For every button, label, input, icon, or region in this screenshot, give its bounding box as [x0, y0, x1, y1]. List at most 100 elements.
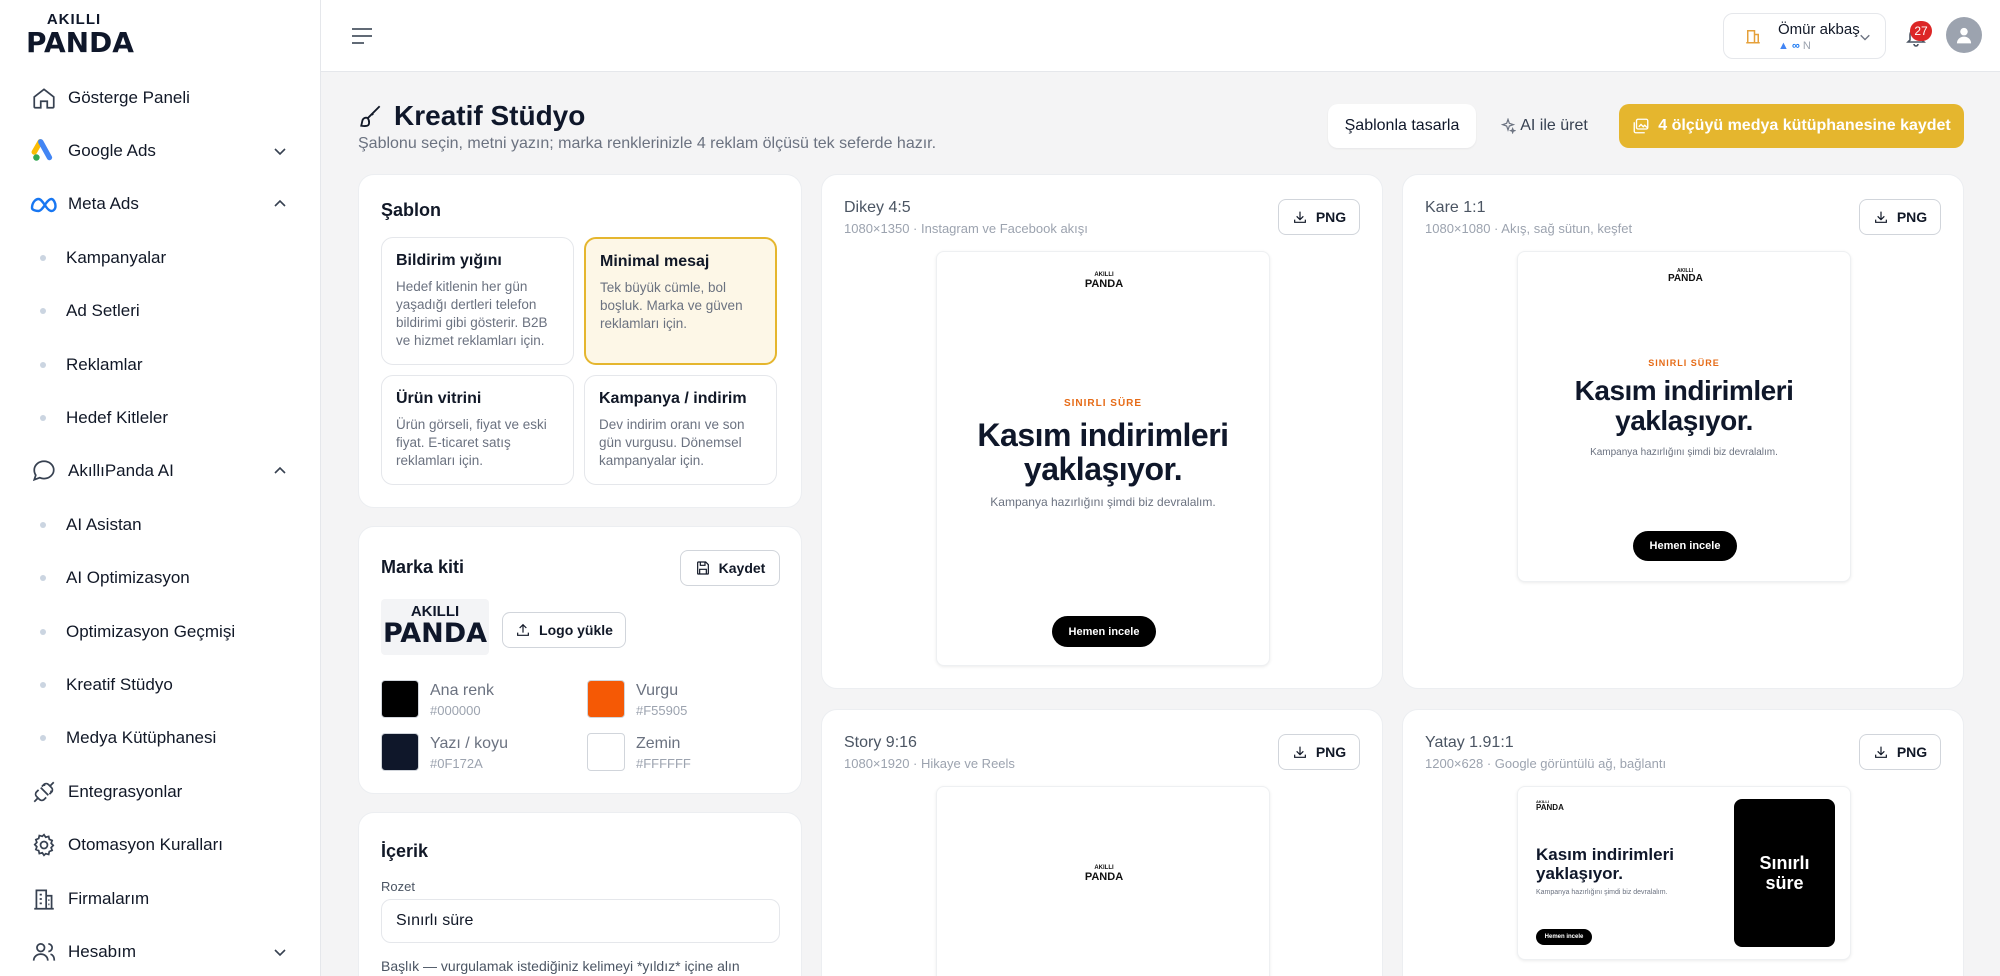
save-all-sizes-button[interactable]: 4 ölçüyü medya kütüphanesine kaydet [1619, 104, 1964, 148]
sidebar-item-ad-sets[interactable]: Ad Setleri [0, 285, 321, 338]
sidebar-item-label: Kampanyalar [66, 247, 167, 267]
brand-logo-preview: AKILLI PANDA [381, 599, 489, 655]
upload-logo-button[interactable]: Logo yükle [502, 612, 626, 648]
primary-color-swatch[interactable] [381, 680, 419, 718]
template-option-campaign-discount[interactable]: Kampanya / indirim Dev indirim oranı ve … [584, 375, 777, 485]
brand-kit-card: Marka kiti Kaydet AKILLI PANDA Logo yükl… [358, 526, 802, 794]
template-card: Şablon Bildirim yığını Hedef kitlenin he… [358, 174, 802, 508]
menu-icon[interactable] [351, 26, 373, 46]
chevron-down-icon [1860, 34, 1870, 41]
sidebar-item-dashboard[interactable]: Gösterge Paneli [0, 71, 321, 124]
sidebar-item-automation-rules[interactable]: Otomasyon Kuralları [0, 818, 321, 871]
sidebar-item-media-library[interactable]: Medya Kütüphanesi [0, 712, 321, 765]
sidebar-item-integrations[interactable]: Entegrasyonlar [0, 765, 321, 818]
template-option-minimal-message[interactable]: Minimal mesaj Tek büyük cümle, bol boşlu… [584, 237, 777, 365]
download-icon [1293, 211, 1306, 223]
preview-subtitle: 1080×1920 · Hikaye ve Reels [844, 756, 1015, 771]
headline-field-label: Başlık — vurgulamak istediğiniz kelimeyi… [381, 958, 740, 974]
accent-color-hex: #F55905 [636, 703, 688, 718]
ad-headline: Kasım indirimleri yaklaşıyor. [1574, 375, 1794, 436]
text-color-swatch[interactable] [381, 733, 419, 771]
account-platforms: ▲ ∞ N [1778, 40, 1811, 52]
primary-color-hex: #000000 [430, 703, 481, 718]
chevron-down-icon[interactable] [273, 144, 287, 158]
sidebar-item-account[interactable]: Hesabım [0, 925, 321, 976]
accent-color-swatch[interactable] [587, 680, 625, 718]
sidebar-item-label: Ad Setleri [66, 301, 140, 321]
design-with-template-button[interactable]: Şablonla tasarla [1328, 104, 1476, 148]
download-png-button[interactable]: PNG [1859, 734, 1941, 770]
download-png-button[interactable]: PNG [1859, 199, 1941, 235]
page-subtitle: Şablonu seçin, metni yazın; marka renkle… [358, 135, 937, 152]
sidebar-item-ai[interactable]: AkıllıPanda AI [0, 445, 321, 498]
building-icon [1746, 30, 1760, 44]
sidebar-item-companies[interactable]: Firmalarım [0, 872, 321, 925]
brush-icon [360, 105, 381, 127]
sidebar-item-label: Optimizasyon Geçmişi [66, 621, 236, 641]
save-brandkit-button[interactable]: Kaydet [680, 550, 780, 586]
brand-logo[interactable]: AKILLI PANDA [26, 12, 134, 59]
download-png-button[interactable]: PNG [1278, 734, 1360, 770]
template-option-product-showcase[interactable]: Ürün vitrini Ürün görseli, fiyat ve eski… [381, 375, 574, 485]
bullet-icon [40, 628, 46, 635]
ad-cta-button: Hemen incele [1633, 531, 1737, 561]
sidebar-item-label: Medya Kütüphanesi [66, 728, 217, 748]
sidebar-item-label: Otomasyon Kuralları [68, 835, 223, 855]
bullet-icon [40, 521, 46, 528]
preview-card-portrait: Dikey 4:5 1080×1350 · Instagram ve Faceb… [821, 174, 1383, 689]
content-card-title: İçerik [381, 841, 429, 861]
accent-color-name: Vurgu [636, 682, 679, 699]
page-title-text: Kreatif Stüdyo [394, 100, 586, 131]
meta-icon [30, 190, 58, 218]
preview-card-square: Kare 1:1 1080×1080 · Akış, sağ sütun, ke… [1402, 174, 1964, 689]
sidebar-item-creative-studio[interactable]: Kreatif Stüdyo [0, 658, 321, 711]
bullet-icon [40, 681, 46, 688]
background-color-hex: #FFFFFF [636, 756, 691, 771]
ad-logo: AKILLI PANDA [1668, 268, 1703, 284]
template-name: Bildirim yığını [396, 252, 502, 269]
preview-title: Kare 1:1 [1425, 199, 1486, 216]
template-desc: Dev indirim oranı ve son gün vurgusu. Dö… [599, 417, 745, 468]
bullet-icon [40, 735, 46, 742]
account-switcher[interactable]: Ömür akbaş ▲ ∞ N [1723, 13, 1886, 59]
sidebar-item-ads[interactable]: Reklamlar [0, 338, 321, 391]
chevron-up-icon[interactable] [273, 464, 287, 478]
sidebar: AKILLI PANDA Gösterge Paneli Google Ads … [0, 0, 321, 976]
template-option-notification-stack[interactable]: Bildirim yığını Hedef kitlenin her gün y… [381, 237, 574, 365]
sidebar-item-ai-optimization[interactable]: AI Optimizasyon [0, 552, 321, 605]
sparkle-icon [1500, 118, 1517, 134]
sidebar-item-meta-ads[interactable]: Meta Ads [0, 178, 321, 231]
logo-bottom-text: PANDA [382, 618, 488, 649]
sidebar-item-campaigns[interactable]: Kampanyalar [0, 231, 321, 284]
plug-icon [30, 778, 58, 806]
preview-title: Story 9:16 [844, 734, 917, 751]
generate-with-ai-button[interactable]: AI ile üret [1490, 104, 1598, 148]
sidebar-item-optimization-history[interactable]: Optimizasyon Geçmişi [0, 605, 321, 658]
template-name: Minimal mesaj [600, 253, 710, 270]
preview-card-landscape: Yatay 1.91:1 1200×628 · Google görüntülü… [1402, 709, 1964, 976]
preview-subtitle: 1200×628 · Google görüntülü ağ, bağlantı [1425, 756, 1667, 771]
sidebar-item-label: Gösterge Paneli [68, 87, 190, 107]
ad-cta-button: Hemen incele [1536, 929, 1592, 945]
save-icon [696, 561, 709, 575]
chevron-down-icon[interactable] [273, 945, 287, 959]
sidebar-item-audiences[interactable]: Hedef Kitleler [0, 391, 321, 444]
brand-kit-title: Marka kiti [381, 557, 465, 577]
background-color-swatch[interactable] [587, 733, 625, 771]
avatar[interactable] [1946, 17, 1982, 53]
users-icon [30, 938, 58, 966]
template-name: Ürün vitrini [396, 390, 482, 407]
sidebar-item-ai-assistant[interactable]: AI Asistan [0, 498, 321, 551]
template-name: Kampanya / indirim [599, 390, 747, 407]
chevron-up-icon[interactable] [273, 197, 287, 211]
sidebar-item-google-ads[interactable]: Google Ads [0, 124, 321, 177]
badge-input[interactable]: Sınırlı süre [381, 899, 780, 943]
chat-bubble-icon [30, 457, 58, 485]
ad-canvas-square: AKILLI PANDA SINIRLI SÜRE Kasım indiriml… [1517, 251, 1851, 582]
logo-bottom-text: PANDA [26, 26, 134, 59]
sidebar-item-label: AI Optimizasyon [66, 568, 190, 588]
download-png-button[interactable]: PNG [1278, 199, 1360, 235]
building-icon [30, 885, 58, 913]
preview-card-story: Story 9:16 1080×1920 · Hikaye ve Reels P… [821, 709, 1383, 976]
page-title: Kreatif Stüdyo [358, 100, 585, 132]
